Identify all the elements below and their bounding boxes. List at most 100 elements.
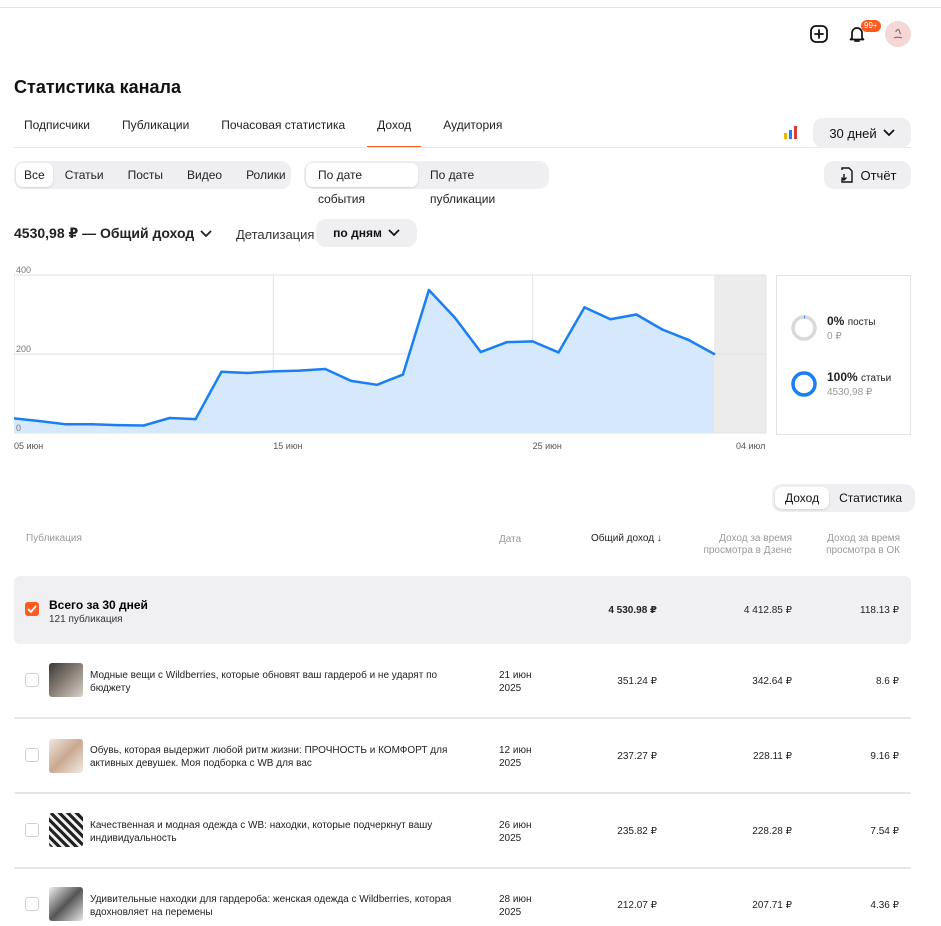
row-total: 212.07 ₽ [617,900,657,911]
tabs-divider [14,147,911,148]
donut-articles-label: статьи [861,373,892,384]
table-row[interactable]: Удивительные находки для гардероба: женс… [14,869,911,926]
table-mode-stats[interactable]: Статистика [829,487,912,509]
total-income-label: 4530,98 ₽ — Общий доход [14,225,195,241]
date-mode-filter: По дате события По дате публикации [304,161,549,206]
row-title[interactable]: Удивительные находки для гардероба: женс… [90,893,470,919]
tab-publications[interactable]: Публикации [112,118,199,148]
top-divider [0,7,941,8]
row-ok: 8.6 ₽ [875,676,899,687]
row-checkbox[interactable] [25,748,39,762]
total-row-title: Всего за 30 дней [49,598,148,612]
total-income[interactable]: 4530,98 ₽ — Общий доход [14,225,212,242]
income-chart[interactable]: 400 200 0 05 июн 15 июн 25 июн 04 июл [14,262,774,462]
col-header-ok[interactable]: Доход за время просмотра в ОК [810,533,900,557]
filter-posts[interactable]: Посты [116,163,175,187]
y-tick-label: 400 [16,265,31,275]
row-ok: 9.16 ₽ [870,751,899,762]
total-row-total: 4 530.98 ₽ [608,605,657,616]
chevron-down-icon [883,129,895,137]
row-total: 351.24 ₽ [617,676,657,687]
data-point [246,371,249,375]
total-row-count: 121 публикация [49,614,123,625]
add-icon[interactable] [808,23,830,45]
data-point [557,351,560,354]
detail-value: по дням [333,226,382,240]
thumbnail-image [49,739,83,773]
row-date: 28 июн 2025 [499,894,532,918]
data-point [661,328,664,331]
chevron-down-icon [200,229,212,237]
row-date: 12 июн 2025 [499,745,532,769]
data-point [583,306,586,309]
x-tick-label: 25 июн [533,441,562,451]
period-dropdown[interactable]: 30 дней [813,118,911,148]
row-checkbox[interactable] [25,673,39,687]
total-row-checkbox[interactable] [25,602,39,616]
tab-audience[interactable]: Аудитория [433,118,512,148]
col-header-total-label: Общий доход [591,533,655,544]
data-point [427,288,431,292]
tab-subscribers[interactable]: Подписчики [14,118,100,148]
row-dzen: 342.64 ₽ [752,676,792,687]
filter-all[interactable]: Все [16,163,53,187]
data-point [298,369,301,372]
col-header-publication[interactable]: Публикация [26,533,82,545]
donut-posts-pct: 0% [827,314,845,328]
table-mode-income[interactable]: Доход [775,487,830,509]
detail-label: Детализация [236,227,315,242]
donut-posts-label: посты [847,317,876,328]
detail-dropdown[interactable]: по дням [316,219,417,247]
row-checkbox[interactable] [25,897,39,911]
data-point [712,352,716,356]
row-title[interactable]: Обувь, которая выдержит любой ритм жизни… [90,744,470,770]
data-point [505,340,508,344]
total-row-dzen: 4 412.85 ₽ [743,605,792,616]
filter-articles[interactable]: Статьи [53,163,116,187]
donut-articles: 100% статьи 4530,98 ₽ [791,370,891,398]
table-row[interactable]: Обувь, которая выдержит любой ритм жизни… [14,719,911,795]
row-title[interactable]: Качественная и модная одежда с WB: наход… [90,819,470,845]
tab-income[interactable]: Доход [367,118,422,148]
series-area [14,290,715,433]
table-row[interactable]: Качественная и модная одежда с WB: наход… [14,794,911,870]
report-button[interactable]: Отчёт [824,161,911,189]
row-ok: 4.36 ₽ [870,900,899,911]
row-ok: 7.54 ₽ [870,826,899,837]
data-point [375,383,379,387]
col-header-total[interactable]: Общий доход ↓ [591,533,662,545]
notifications-badge: 99+ [861,20,881,32]
date-mode-publication[interactable]: По дате публикации [418,163,547,206]
check-icon [27,605,37,613]
bar-chart-icon[interactable] [783,125,799,144]
row-dzen: 228.28 ₽ [752,826,792,837]
thumbnail-image [49,887,83,921]
filter-video[interactable]: Видео [175,163,234,187]
table-row[interactable]: Модные вещи с Wildberries, которые обнов… [14,644,911,720]
table-mode-switch: Доход Статистика [772,484,916,512]
col-header-dzen[interactable]: Доход за время просмотра в Дзене [692,533,792,557]
report-label: Отчёт [860,167,897,183]
date-mode-event[interactable]: По дате события [306,163,419,206]
page-title: Статистика канала [14,77,181,97]
tab-hourly[interactable]: Почасовая статистика [211,118,355,148]
data-point [64,423,68,426]
data-point [349,379,353,383]
row-dzen: 228.11 ₽ [753,751,792,762]
donut-posts: 0% посты 0 ₽ [791,314,875,342]
col-header-date[interactable]: Дата [499,534,521,546]
donut-breakdown: 0% посты 0 ₽ 100% статьи 4530,98 ₽ [776,275,911,435]
row-checkbox[interactable] [25,823,39,837]
total-row: Всего за 30 дней 121 публикация 4 530.98… [14,576,911,644]
y-tick-label: 200 [16,344,31,354]
sort-down-icon: ↓ [656,533,662,544]
tab-bar: Подписчики Публикации Почасовая статисти… [14,118,524,148]
filter-shorts[interactable]: Ролики [234,163,298,187]
row-date: 21 июн 2025 [499,670,532,694]
data-point [687,338,690,341]
type-filter: Все Статьи Посты Видео Ролики [14,161,291,189]
avatar[interactable] [885,21,911,47]
thumbnail-image [49,663,83,697]
row-title[interactable]: Модные вещи с Wildberries, которые обнов… [90,669,470,695]
total-row-ok: 118.13 ₽ [860,605,899,616]
